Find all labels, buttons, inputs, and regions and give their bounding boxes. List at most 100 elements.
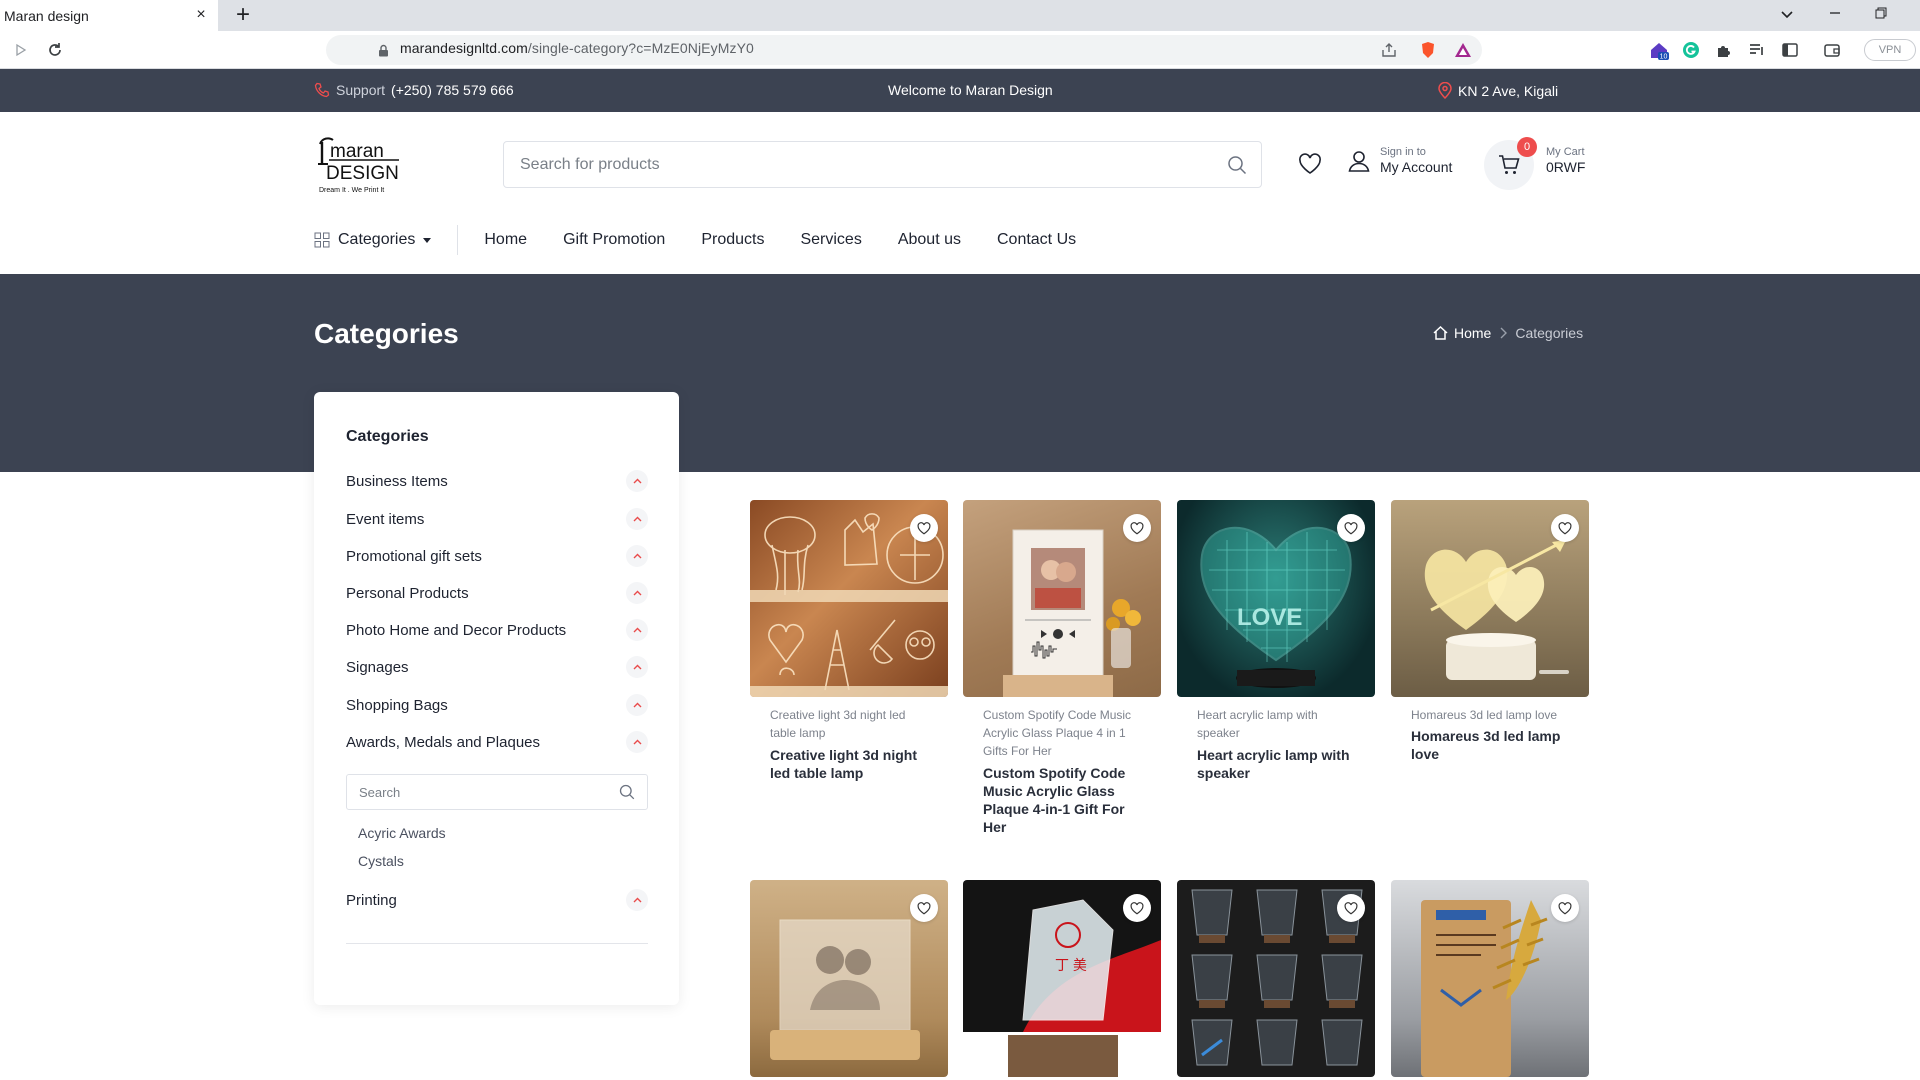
sidebar-icon[interactable] xyxy=(1779,39,1801,61)
browser-tab[interactable]: Maran design × xyxy=(0,0,218,31)
product-name[interactable]: Custom Spotify Code Music Acrylic Glass … xyxy=(983,764,1148,836)
vpn-button[interactable]: VPN xyxy=(1864,39,1916,61)
subcategory-acrylic-awards[interactable]: Acyric Awards xyxy=(358,825,446,841)
product-image[interactable] xyxy=(750,880,948,1077)
wishlist-heart-icon[interactable] xyxy=(910,894,938,922)
brave-shield-icon[interactable] xyxy=(1417,39,1439,61)
cart-icon xyxy=(1499,155,1520,174)
wishlist-heart-icon[interactable] xyxy=(1298,153,1322,175)
subcategory-search xyxy=(346,774,648,810)
site-logo[interactable]: maran DESIGN Dream It . We Print It xyxy=(314,134,400,196)
sidebar-item-promotional-gift-sets[interactable]: Promotional gift sets xyxy=(346,542,648,570)
chevron-up-icon[interactable] xyxy=(626,731,648,753)
product-name[interactable]: Heart acrylic lamp with speaker xyxy=(1197,746,1362,782)
product-image[interactable] xyxy=(1177,880,1375,1077)
back-icon[interactable] xyxy=(10,39,32,61)
nav-about-us[interactable]: About us xyxy=(898,231,961,249)
browser-tab-strip: Maran design × + xyxy=(0,0,1920,31)
main-nav: Categories Home Gift Promotion Products … xyxy=(314,225,1076,255)
store-location[interactable]: KN 2 Ave, Kigali xyxy=(1438,82,1558,99)
wishlist-heart-icon[interactable] xyxy=(1337,894,1365,922)
extension-badge: 10 xyxy=(1660,54,1668,61)
brave-rewards-icon[interactable] xyxy=(1452,39,1474,61)
sidebar-item-personal-products[interactable]: Personal Products xyxy=(346,579,648,607)
sidebar-item-label: Printing xyxy=(346,891,397,909)
cart-total: 0RWF xyxy=(1546,159,1586,175)
subcategory-search-input[interactable] xyxy=(359,775,609,809)
nav-home[interactable]: Home xyxy=(484,231,527,249)
restore-icon[interactable] xyxy=(1866,4,1896,26)
product-search-box xyxy=(503,141,1262,188)
wishlist-heart-icon[interactable] xyxy=(1123,894,1151,922)
support-phone[interactable]: (+250) 785 579 666 xyxy=(391,82,514,98)
sidebar-item-label: Business Items xyxy=(346,472,448,490)
nav-products[interactable]: Products xyxy=(701,231,764,249)
chevron-up-icon[interactable] xyxy=(626,582,648,604)
caret-down-icon xyxy=(423,237,432,243)
share-icon[interactable] xyxy=(1378,39,1400,61)
sidebar-item-signages[interactable]: Signages xyxy=(346,653,648,681)
sidebar-item-business-items[interactable]: Business Items xyxy=(346,467,648,495)
extensions-puzzle-icon[interactable] xyxy=(1713,39,1735,61)
chevron-up-icon[interactable] xyxy=(626,508,648,530)
location-pin-icon xyxy=(1438,82,1452,99)
minimize-icon[interactable] xyxy=(1820,4,1850,26)
tab-search-icon[interactable] xyxy=(1772,4,1802,26)
extension-icon[interactable]: 10 xyxy=(1648,39,1670,61)
chevron-up-icon[interactable] xyxy=(626,619,648,641)
wishlist-heart-icon[interactable] xyxy=(1337,514,1365,542)
account-link[interactable]: Sign in to My Account xyxy=(1348,146,1452,175)
reload-icon[interactable] xyxy=(44,39,66,61)
vpn-label: VPN xyxy=(1878,44,1902,56)
subcategory-crystals[interactable]: Cystals xyxy=(358,853,404,869)
chevron-up-icon[interactable] xyxy=(626,889,648,911)
sidebar-item-awards-medals-plaques[interactable]: Awards, Medals and Plaques xyxy=(346,728,648,756)
sidebar-item-event-items[interactable]: Event items xyxy=(346,505,648,533)
search-icon[interactable] xyxy=(1227,155,1247,175)
product-image[interactable]: LOVE xyxy=(1177,500,1375,697)
playlist-icon[interactable] xyxy=(1746,39,1768,61)
chevron-right-icon xyxy=(1500,327,1508,339)
product-search-input[interactable] xyxy=(520,142,1200,187)
sidebar-item-printing[interactable]: Printing xyxy=(346,886,648,914)
breadcrumb-current: Categories xyxy=(1515,325,1584,341)
wishlist-heart-icon[interactable] xyxy=(1123,514,1151,542)
sidebar-item-photo-home-decor[interactable]: Photo Home and Decor Products xyxy=(346,616,648,644)
wishlist-heart-icon[interactable] xyxy=(1551,514,1579,542)
product-image[interactable] xyxy=(963,500,1161,697)
product-name[interactable]: Homareus 3d led lamp love xyxy=(1411,727,1576,763)
chevron-up-icon[interactable] xyxy=(626,470,648,492)
nav-services[interactable]: Services xyxy=(800,231,861,249)
grammarly-icon[interactable] xyxy=(1680,39,1702,61)
lock-icon[interactable] xyxy=(372,39,394,61)
chevron-up-icon[interactable] xyxy=(626,545,648,567)
product-image[interactable] xyxy=(1391,880,1589,1077)
sidebar-item-label: Signages xyxy=(346,658,409,676)
nav-gift-promotion[interactable]: Gift Promotion xyxy=(563,231,665,249)
tab-close-button[interactable]: × xyxy=(192,6,210,24)
breadcrumb-home[interactable]: Home xyxy=(1433,325,1491,341)
wishlist-heart-icon[interactable] xyxy=(1551,894,1579,922)
product-image[interactable]: 丁 美 xyxy=(963,880,1161,1077)
sidebar-item-shopping-bags[interactable]: Shopping Bags xyxy=(346,691,648,719)
wallet-icon[interactable] xyxy=(1821,39,1843,61)
search-icon[interactable] xyxy=(619,784,635,800)
url-text[interactable]: marandesignltd.com/single-category?c=MzE… xyxy=(400,40,754,56)
categories-dropdown[interactable]: Categories xyxy=(314,225,459,255)
sidebar-item-label: Event items xyxy=(346,510,425,528)
nav-contact-us[interactable]: Contact Us xyxy=(997,231,1076,249)
cart-summary[interactable]: My Cart 0RWF xyxy=(1546,146,1585,175)
product-image[interactable] xyxy=(750,500,948,697)
chevron-up-icon[interactable] xyxy=(626,694,648,716)
support-label: Support xyxy=(336,82,386,98)
top-info-bar: Support (+250) 785 579 666 Welcome to Ma… xyxy=(0,69,1920,112)
product-image[interactable] xyxy=(1391,500,1589,697)
phone-icon xyxy=(314,82,330,98)
wishlist-heart-icon[interactable] xyxy=(910,514,938,542)
support-contact[interactable]: Support (+250) 785 579 666 xyxy=(314,82,514,98)
product-subtitle: Heart acrylic lamp with speaker xyxy=(1197,708,1318,740)
new-tab-button[interactable]: + xyxy=(231,3,255,27)
product-subtitle: Custom Spotify Code Music Acrylic Glass … xyxy=(983,708,1132,758)
chevron-up-icon[interactable] xyxy=(626,656,648,678)
product-name[interactable]: Creative light 3d night led table lamp xyxy=(770,746,935,782)
